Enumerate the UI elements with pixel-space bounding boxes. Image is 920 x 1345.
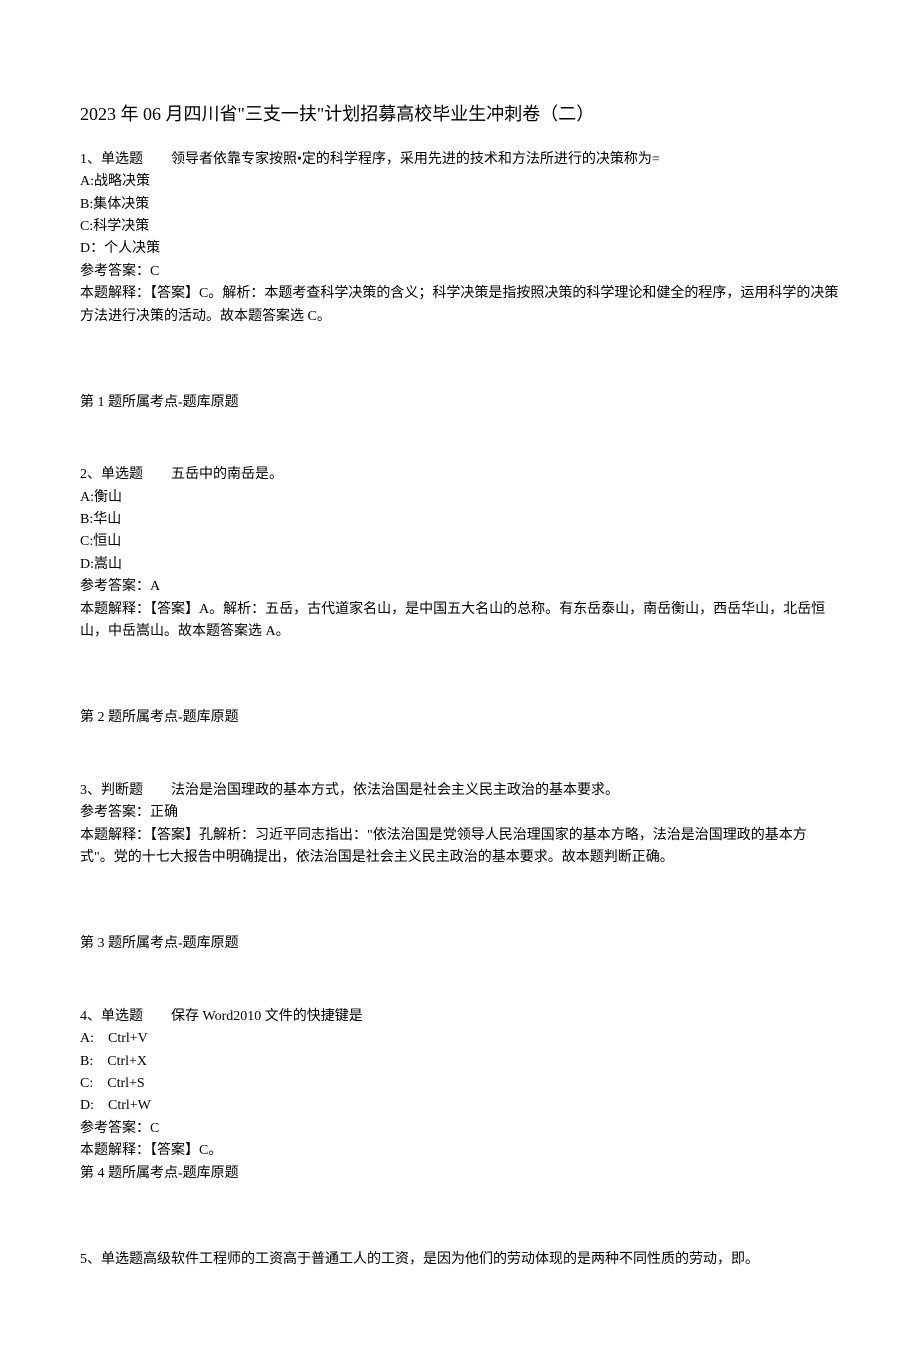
q3-explanation: 本题解释：【答案】孔解析：习近平同志指出："依法治国是党领导人民治理国家的基本方…: [80, 825, 840, 870]
q1-option-d: D：个人决策: [80, 238, 840, 260]
document-title: 2023 年 06 月四川省"三支一扶"计划招募高校毕业生冲刺卷（二）: [80, 100, 840, 129]
q4-reference-answer: 参考答案：C: [80, 1118, 840, 1140]
q4-option-b: B: Ctrl+X: [80, 1051, 840, 1073]
question-1: 1、单选题 领导者依靠专家按照•定的科学程序，采用先进的技术和方法所进行的决策称…: [80, 149, 840, 328]
question-4: 4、单选题 保存 Word2010 文件的快捷键是 A: Ctrl+V B: C…: [80, 1006, 840, 1185]
q3-source: 第 3 题所属考点-题库原题: [80, 933, 840, 955]
q1-option-b: B:集体决策: [80, 194, 840, 216]
q5-stem: 5、单选题高级软件工程师的工资高于普通工人的工资，是因为他们的劳动体现的是两种不…: [80, 1249, 840, 1271]
q1-option-a: A:战略决策: [80, 171, 840, 193]
question-2: 2、单选题 五岳中的南岳是。 A:衡山 B:华山 C:恒山 D:嵩山 参考答案：…: [80, 464, 840, 643]
q4-option-a: A: Ctrl+V: [80, 1028, 840, 1050]
question-5: 5、单选题高级软件工程师的工资高于普通工人的工资，是因为他们的劳动体现的是两种不…: [80, 1249, 840, 1271]
q1-explanation: 本题解释：【答案】C。解析：本题考查科学决策的含义；科学决策是指按照决策的科学理…: [80, 283, 840, 328]
q2-stem: 2、单选题 五岳中的南岳是。: [80, 464, 840, 486]
q2-option-b: B:华山: [80, 509, 840, 531]
q2-option-c: C:恒山: [80, 531, 840, 553]
q2-option-a: A:衡山: [80, 487, 840, 509]
q1-stem: 1、单选题 领导者依靠专家按照•定的科学程序，采用先进的技术和方法所进行的决策称…: [80, 149, 840, 171]
q2-explanation: 本题解释：【答案】A。解析：五岳，古代道家名山，是中国五大名山的总称。有东岳泰山…: [80, 599, 840, 644]
q3-reference-answer: 参考答案：正确: [80, 802, 840, 824]
q2-source: 第 2 题所属考点-题库原题: [80, 707, 840, 729]
q4-option-d: D: Ctrl+W: [80, 1095, 840, 1117]
question-3: 3、判断题 法治是治国理政的基本方式，依法治国是社会主义民主政治的基本要求。 参…: [80, 780, 840, 870]
q4-explanation: 本题解释：【答案】C。: [80, 1140, 840, 1162]
q3-stem: 3、判断题 法治是治国理政的基本方式，依法治国是社会主义民主政治的基本要求。: [80, 780, 840, 802]
q1-source: 第 1 题所属考点-题库原题: [80, 392, 840, 414]
q2-reference-answer: 参考答案：A: [80, 576, 840, 598]
q4-stem: 4、单选题 保存 Word2010 文件的快捷键是: [80, 1006, 840, 1028]
q4-source: 第 4 题所属考点-题库原题: [80, 1163, 840, 1185]
q2-option-d: D:嵩山: [80, 554, 840, 576]
q1-reference-answer: 参考答案：C: [80, 261, 840, 283]
q1-option-c: C:科学决策: [80, 216, 840, 238]
q4-option-c: C: Ctrl+S: [80, 1073, 840, 1095]
